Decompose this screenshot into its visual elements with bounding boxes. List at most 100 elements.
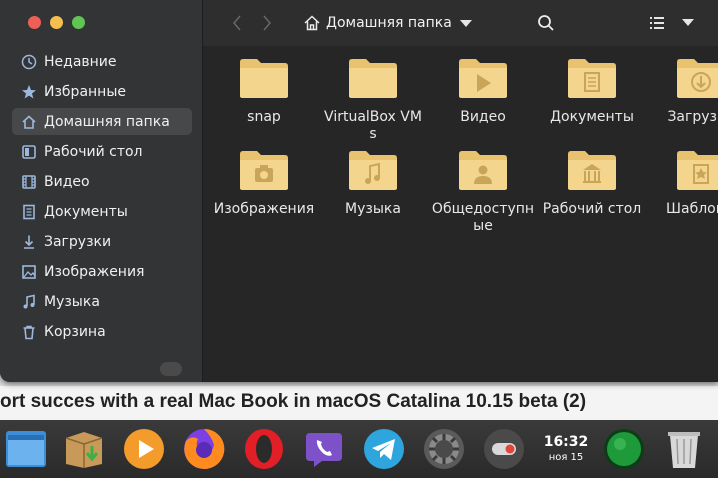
chevron-left-icon — [233, 15, 241, 31]
folder-icon — [238, 56, 290, 100]
public-folder-icon — [457, 148, 509, 192]
firefox-icon — [184, 428, 225, 469]
sidebar-scroll-handle[interactable] — [160, 362, 182, 376]
sidebar-item-videos[interactable]: Видео — [12, 168, 192, 195]
file-name: Рабочий стол — [542, 201, 642, 217]
clock-date: ноя 15 — [548, 452, 584, 463]
list-view-icon[interactable] — [649, 16, 665, 30]
dock-clock[interactable]: 16:32 ноя 15 — [538, 434, 594, 463]
dock-item-viber[interactable] — [300, 426, 348, 472]
video-folder-icon — [457, 56, 509, 100]
file-item-pictures[interactable]: Изображения — [212, 148, 316, 218]
sidebar-item-music[interactable]: Музыка — [12, 288, 192, 315]
documents-folder-icon — [566, 56, 618, 100]
sidebar: Недавние Избранные Домашняя папка Рабочи… — [0, 0, 203, 382]
sidebar-item-label: Изображения — [44, 263, 145, 280]
file-item-music[interactable]: Музыка — [321, 148, 425, 218]
star-icon — [20, 83, 38, 101]
file-item-downloads[interactable]: Загрузки — [649, 56, 718, 126]
dock-item-toggle[interactable] — [480, 426, 528, 472]
home-icon — [304, 15, 320, 31]
file-item-videos[interactable]: Видео — [431, 56, 535, 126]
dock-item-finder[interactable] — [2, 426, 50, 472]
sidebar-item-home[interactable]: Домашняя папка — [12, 108, 192, 135]
desktop-folder-icon — [566, 148, 618, 192]
sidebar-item-desktop[interactable]: Рабочий стол — [12, 138, 192, 165]
folder-icon — [347, 56, 399, 100]
download-icon — [20, 233, 38, 251]
green-orb-icon — [604, 429, 644, 469]
chevron-down-icon — [459, 19, 472, 27]
file-item-virtualbox[interactable]: VirtualBox VMs — [321, 56, 425, 143]
sidebar-item-label: Корзина — [44, 323, 106, 340]
sidebar-item-starred[interactable]: Избранные — [12, 78, 192, 105]
search-icon[interactable] — [537, 14, 555, 32]
sidebar-item-label: Документы — [44, 203, 128, 220]
dock-item-telegram[interactable] — [360, 426, 408, 472]
sidebar-item-documents[interactable]: Документы — [12, 198, 192, 225]
trash-icon — [668, 432, 700, 468]
image-icon — [20, 263, 38, 281]
file-item-documents[interactable]: Документы — [540, 56, 644, 126]
minimize-window-button[interactable] — [50, 16, 63, 29]
dock-item-opera[interactable] — [240, 426, 288, 472]
dock-item-indicator[interactable] — [600, 426, 648, 472]
dock-item-trash[interactable] — [660, 426, 708, 472]
file-manager-window: Недавние Избранные Домашняя папка Рабочи… — [0, 0, 718, 382]
path-bar-button[interactable]: Домашняя папка — [303, 12, 472, 34]
file-name: Видео — [460, 109, 506, 125]
file-view: snap VirtualBox VMs Видео Документы Загр… — [203, 46, 718, 382]
file-name: VirtualBox VMs — [324, 109, 422, 142]
package-download-icon — [65, 432, 103, 468]
sidebar-item-trash[interactable]: Корзина — [12, 318, 192, 345]
switch-icon — [484, 429, 524, 469]
background-headline: ort succes with a real Mac Book in macOS… — [0, 391, 587, 412]
pictures-folder-icon — [238, 148, 290, 192]
file-name: Изображения — [213, 201, 315, 217]
clock-icon — [20, 53, 38, 71]
sidebar-item-label: Избранные — [44, 83, 126, 100]
file-item-desktop[interactable]: Рабочий стол — [540, 148, 644, 218]
document-icon — [20, 203, 38, 221]
file-name: Музыка — [345, 201, 401, 217]
file-item-public[interactable]: Общедоступные — [431, 148, 535, 235]
film-icon — [20, 173, 38, 191]
sidebar-item-downloads[interactable]: Загрузки — [12, 228, 192, 255]
maximize-window-button[interactable] — [72, 16, 85, 29]
file-item-snap[interactable]: snap — [212, 56, 316, 126]
viber-icon — [306, 433, 342, 467]
downloads-folder-icon — [675, 56, 718, 100]
dock-item-media-player[interactable] — [120, 426, 168, 472]
sidebar-item-label: Загрузки — [44, 233, 112, 250]
sidebar-item-label: Недавние — [44, 53, 117, 70]
file-name: Шаблоны — [666, 201, 718, 217]
forward-button[interactable] — [257, 12, 277, 34]
file-name: snap — [247, 109, 281, 125]
dock-item-settings[interactable] — [420, 426, 468, 472]
file-item-templates[interactable]: Шаблоны — [649, 148, 718, 218]
play-icon — [124, 429, 164, 469]
trash-icon — [20, 323, 38, 341]
telegram-icon — [364, 429, 404, 469]
sidebar-item-label: Музыка — [44, 293, 100, 310]
path-label: Домашняя папка — [326, 15, 452, 31]
sidebar-item-pictures[interactable]: Изображения — [12, 258, 192, 285]
sidebar-places: Недавние Избранные Домашняя папка Рабочи… — [12, 48, 192, 348]
file-name: Общедоступные — [431, 201, 535, 234]
home-icon — [20, 113, 38, 131]
chevron-right-icon — [263, 15, 271, 31]
window-app-icon — [6, 431, 46, 467]
clock-time: 16:32 — [543, 434, 589, 450]
dock: 16:32 ноя 15 — [0, 420, 718, 478]
dock-item-firefox[interactable] — [180, 426, 228, 472]
menu-dropdown-icon[interactable] — [682, 19, 694, 26]
sidebar-item-label: Рабочий стол — [44, 143, 143, 160]
close-window-button[interactable] — [28, 16, 41, 29]
opera-icon — [245, 429, 283, 469]
sidebar-item-recent[interactable]: Недавние — [12, 48, 192, 75]
desktop-icon — [20, 143, 38, 161]
dock-item-archive[interactable] — [60, 426, 108, 472]
back-button[interactable] — [227, 12, 247, 34]
file-name: Документы — [550, 109, 634, 125]
file-name: Загрузки — [667, 109, 718, 125]
